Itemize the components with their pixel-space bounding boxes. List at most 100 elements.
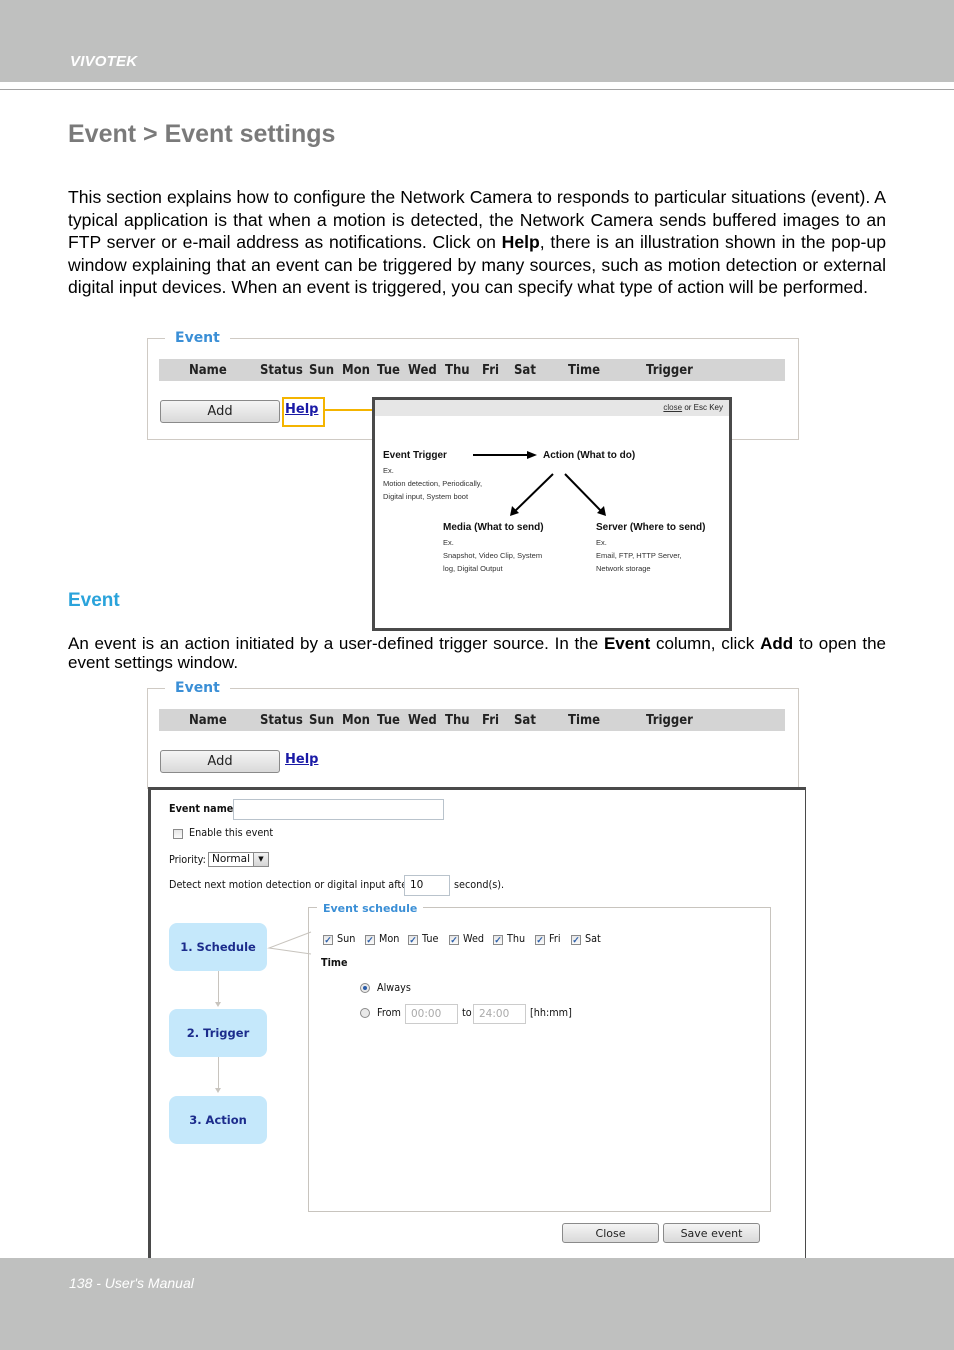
step-trigger[interactable]: 2. Trigger bbox=[169, 1009, 267, 1057]
media-examples: Ex. Snapshot, Video Clip, System log, Di… bbox=[443, 536, 542, 575]
event-table-header: Name Status Sun Mon Tue Wed Thu Fri Sat Time Trigg… bbox=[159, 359, 785, 381]
column-header-sun: Sun bbox=[309, 363, 335, 378]
add-emphasis: Add bbox=[760, 634, 794, 653]
checkbox-sat[interactable]: ✓ bbox=[571, 935, 581, 945]
column-header-time: Time bbox=[568, 713, 601, 728]
priority-value: Normal bbox=[212, 853, 250, 865]
arrow-action-to-server bbox=[564, 473, 604, 514]
enable-event-label: Enable this event bbox=[189, 827, 274, 839]
column-header-time: Time bbox=[568, 363, 601, 378]
column-header-thu: Thu bbox=[445, 713, 470, 728]
enable-event-checkbox[interactable] bbox=[173, 829, 183, 839]
checkbox-tue[interactable]: ✓ bbox=[408, 935, 418, 945]
page-title: Event > Event settings bbox=[68, 120, 336, 148]
step-connector bbox=[218, 971, 219, 1005]
event-name-label: Event name: bbox=[169, 803, 238, 815]
detect-seconds-input[interactable]: 10 bbox=[404, 875, 450, 896]
arrowhead-right bbox=[527, 451, 537, 459]
section-heading-event: Event bbox=[68, 590, 120, 611]
server-ex-line: Network storage bbox=[596, 564, 651, 573]
event-panel-legend: Event bbox=[165, 330, 230, 346]
media-ex-line: log, Digital Output bbox=[443, 564, 503, 573]
always-radio[interactable] bbox=[360, 983, 370, 993]
day-label-sat: Sat bbox=[585, 933, 601, 945]
help-link[interactable]: Help bbox=[285, 752, 318, 767]
add-button[interactable]: Add bbox=[160, 750, 280, 773]
day-label-wed: Wed bbox=[463, 933, 485, 945]
from-time-input[interactable]: 00:00 bbox=[405, 1004, 458, 1024]
schedule-pointer bbox=[267, 931, 312, 955]
to-label: to bbox=[462, 1007, 472, 1019]
event-emphasis: Event bbox=[603, 634, 651, 653]
column-header-sat: Sat bbox=[514, 363, 536, 378]
media-ex-label: Ex. bbox=[443, 538, 454, 547]
to-text: to bbox=[462, 1007, 472, 1019]
day-label-thu: Thu bbox=[507, 933, 526, 945]
day-label-fri: Fri bbox=[549, 933, 561, 945]
checkbox-wed[interactable]: ✓ bbox=[449, 935, 459, 945]
priority-label: Priority: bbox=[169, 854, 206, 866]
checkbox-sun[interactable]: ✓ bbox=[323, 935, 333, 945]
checkbox-fri[interactable]: ✓ bbox=[535, 935, 545, 945]
media-title: Media (What to send) bbox=[443, 522, 544, 533]
event-panel-legend: Event bbox=[165, 680, 230, 696]
checkbox-thu[interactable]: ✓ bbox=[493, 935, 503, 945]
flow-arrows bbox=[473, 451, 606, 516]
time-label: Time bbox=[321, 957, 348, 969]
brand-logo: VIVOTEK bbox=[70, 53, 138, 70]
column-header-tue: Tue bbox=[377, 363, 400, 378]
day-label-mon: Mon bbox=[379, 933, 400, 945]
step-action[interactable]: 3. Action bbox=[169, 1096, 267, 1144]
column-header-status: Status bbox=[260, 713, 303, 728]
server-examples: Ex. Email, FTP, HTTP Server, Network sto… bbox=[596, 536, 682, 575]
add-button[interactable]: Add bbox=[160, 400, 280, 423]
event-text: column, click bbox=[650, 634, 761, 653]
column-header-name: Name bbox=[189, 363, 227, 378]
column-header-sun: Sun bbox=[309, 713, 335, 728]
column-header-wed: Wed bbox=[408, 363, 437, 378]
column-header-trigger: Trigger bbox=[646, 363, 693, 378]
column-header-fri: Fri bbox=[482, 713, 500, 728]
page-number: 138 - User's Manual bbox=[69, 1275, 194, 1291]
detect-unit-label: second(s). bbox=[454, 879, 505, 891]
detect-label: Detect next motion detection or digital … bbox=[169, 879, 412, 891]
checkbox-mon[interactable]: ✓ bbox=[365, 935, 375, 945]
media-ex-line: Snapshot, Video Clip, System bbox=[443, 551, 543, 560]
weekday-checkboxes: ✓ Sun ✓ Mon ✓ Tue ✓ Wed ✓ Thu ✓ Fri ✓ Sat bbox=[323, 933, 643, 947]
event-panel-2 bbox=[147, 688, 799, 789]
event-table-header: Name Status Sun Mon Tue Wed Thu Fri Sat Time Trigg… bbox=[159, 709, 785, 731]
column-header-trigger: Trigger bbox=[646, 713, 693, 728]
column-header-thu: Thu bbox=[445, 363, 470, 378]
action-title: Action (What to do) bbox=[543, 450, 636, 461]
help-link[interactable]: Help bbox=[285, 402, 318, 417]
to-time-input[interactable]: 24:00 bbox=[473, 1004, 526, 1024]
time-format-label: [hh:mm] bbox=[530, 1007, 572, 1019]
column-header-mon: Mon bbox=[342, 363, 371, 378]
help-popup: close or Esc Key Event Trigger Ex. Motio… bbox=[372, 397, 732, 631]
column-header-name: Name bbox=[189, 713, 227, 728]
day-label-sun: Sun bbox=[337, 933, 356, 945]
priority-select[interactable]: Normal ▼ bbox=[208, 852, 269, 867]
from-radio[interactable] bbox=[360, 1008, 370, 1018]
event-text: An event is an action initiated by a use… bbox=[68, 634, 604, 653]
step-schedule[interactable]: 1. Schedule bbox=[169, 923, 267, 971]
column-header-wed: Wed bbox=[408, 713, 437, 728]
step-arrow-icon bbox=[215, 1002, 221, 1007]
event-schedule-legend: Event schedule bbox=[317, 902, 424, 915]
server-title: Server (Where to send) bbox=[596, 522, 706, 533]
intro-help-emphasis: Help bbox=[501, 232, 540, 252]
chevron-down-icon: ▼ bbox=[253, 853, 268, 866]
close-button[interactable]: Close bbox=[562, 1223, 659, 1243]
help-callout-line bbox=[323, 409, 375, 411]
event-schedule-panel bbox=[308, 907, 771, 1212]
arrow-action-to-media bbox=[512, 473, 554, 514]
footer-bar bbox=[0, 1258, 954, 1350]
event-name-input[interactable] bbox=[233, 799, 444, 820]
save-event-button[interactable]: Save event bbox=[663, 1223, 760, 1243]
header-divider bbox=[0, 89, 954, 90]
column-header-mon: Mon bbox=[342, 713, 371, 728]
header-bar bbox=[0, 0, 954, 82]
column-header-status: Status bbox=[260, 363, 303, 378]
server-ex-label: Ex. bbox=[596, 538, 607, 547]
server-ex-line: Email, FTP, HTTP Server, bbox=[596, 551, 682, 560]
